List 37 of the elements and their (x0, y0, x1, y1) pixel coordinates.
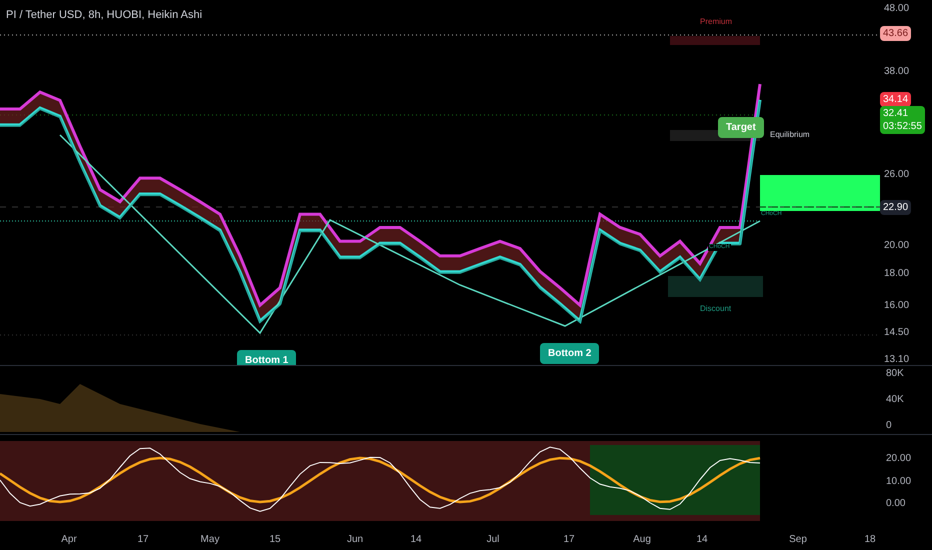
oscillator-axis-label: 10.00 (886, 476, 912, 488)
price-badge: 34.14 (880, 92, 912, 108)
time-axis-label: 14 (695, 533, 709, 547)
time-axis-label: 18 (863, 533, 877, 547)
price-badge: 43.66 (880, 26, 912, 41)
time-axis-label: Jul (486, 533, 500, 547)
time-axis-label: May (200, 533, 220, 547)
annotation-tag: Bottom 2 (540, 343, 600, 364)
annotation-tag: Bottom 1 (237, 350, 296, 365)
time-axis-label: Sep (788, 533, 808, 547)
volume-axis-label: 40K (886, 394, 905, 406)
volume-axis-label: 0 (886, 420, 893, 432)
time-axis-label: 14 (409, 533, 423, 547)
price-axis-label: 38.00 (884, 65, 910, 80)
oscillator-axis-label: 20.00 (886, 453, 912, 465)
price-axis-label: 13.10 (884, 353, 910, 367)
time-axis-label: 17 (562, 533, 576, 547)
annotation-tag: Target (718, 117, 764, 138)
volume-axis-label: 80K (886, 368, 905, 380)
price-axis-label: 20.00 (884, 238, 910, 253)
chart-title: PI / Tether USD, 8h, HUOBI, Heikin Ashi (6, 8, 202, 23)
time-axis-label: 15 (268, 533, 282, 547)
price-badge: 22.90 (880, 200, 912, 216)
time-axis-label: Apr (60, 533, 78, 547)
time-axis-label: 17 (136, 533, 150, 547)
zone-label: Premium (700, 16, 732, 28)
price-axis-label: 16.00 (884, 298, 910, 313)
zone-label: Equilibrium (770, 129, 810, 141)
time-axis-label: Aug (632, 533, 652, 547)
oscillator-axis-label: 0.00 (886, 498, 906, 510)
price-axis-label: 26.00 (884, 168, 910, 182)
time-axis-label: Jun (346, 533, 364, 547)
zone-label: Discount (700, 303, 732, 315)
price-badge: 32.41 03:52:55 (880, 106, 925, 134)
price-axis-label: 48.00 (884, 2, 910, 16)
price-axis-label: 14.50 (884, 326, 910, 340)
price-axis-label: 18.00 (884, 267, 910, 282)
